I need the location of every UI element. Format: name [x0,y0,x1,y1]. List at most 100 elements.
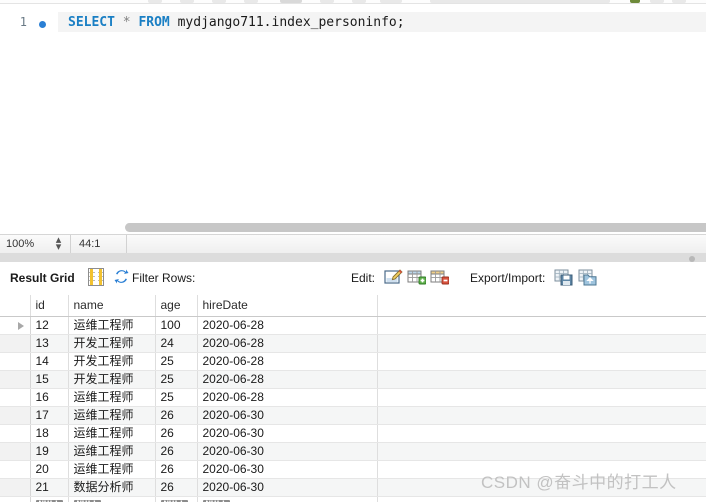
cell-filler [377,370,706,389]
table-row[interactable]: 18 运维工程师 26 2020-06-30 [0,424,706,443]
cell-id[interactable]: 18 [30,424,69,443]
panel-splitter[interactable] [0,253,706,262]
refresh-icon[interactable] [113,268,130,285]
row-selector[interactable] [0,334,31,353]
table-row[interactable]: 12 运维工程师 100 2020-06-28 [0,316,706,335]
cell-filler [377,388,706,407]
row-selector[interactable] [0,424,31,443]
cell-age[interactable]: 26 [155,442,198,461]
row-selector[interactable] [0,316,31,335]
cell-name[interactable]: 运维工程师 [68,316,156,335]
cell-age[interactable]: 25 [155,352,198,371]
cell-name[interactable]: 开发工程师 [68,334,156,353]
cell-hiredate[interactable]: 2020-06-28 [197,316,378,335]
cell-name[interactable]: 开发工程师 [68,370,156,389]
cell-filler [377,496,706,502]
scrollbar-thumb[interactable] [125,223,706,232]
cell-age[interactable]: 26 [155,424,198,443]
cell-age[interactable]: 26 [155,460,198,479]
cell-id[interactable]: 19 [30,442,69,461]
table-row[interactable]: 19 运维工程师 26 2020-06-30 [0,442,706,461]
table-row[interactable]: 15 开发工程师 25 2020-06-28 [0,370,706,389]
sql-statement[interactable]: SELECT * FROM mydjango711.index_personin… [68,15,405,30]
cell-hiredate[interactable]: 2020-06-30 [197,478,378,497]
result-grid[interactable]: id name age hireDate 12 运维工程师 100 2020-06-2… [0,294,706,502]
new-row-placeholder[interactable]: NULLNULLNULLNULL [0,496,706,502]
cell-hiredate[interactable]: NULL [197,496,378,502]
table-row[interactable]: 13 开发工程师 24 2020-06-28 [0,334,706,353]
sql-editor[interactable]: 1 SELECT * FROM mydjango711.index_person… [0,4,706,221]
cell-id[interactable]: 13 [30,334,69,353]
cell-name[interactable]: 运维工程师 [68,388,156,407]
sql-keyword-select: SELECT [68,15,115,30]
row-selector[interactable] [0,370,31,389]
cell-name[interactable]: 运维工程师 [68,442,156,461]
cell-id[interactable]: 14 [30,352,69,371]
import-recordset-icon[interactable] [578,268,597,286]
table-row[interactable]: 21 数据分析师 26 2020-06-30 [0,478,706,497]
row-selector[interactable] [0,478,31,497]
result-grid-title: Result Grid [10,271,75,285]
cell-age[interactable]: 100 [155,316,198,335]
cell-name[interactable]: 运维工程师 [68,406,156,425]
add-row-icon[interactable] [407,268,427,286]
cell-id[interactable]: NULL [30,496,69,502]
row-selector[interactable] [0,406,31,425]
cell-id[interactable]: 15 [30,370,69,389]
stepper-down-icon[interactable]: ▾ [52,242,65,253]
grid-icon[interactable] [88,268,104,286]
row-selector[interactable] [0,442,31,461]
result-table-body: 12 运维工程师 100 2020-06-28 13 开发工程师 24 2020-06-28 1… [0,316,706,502]
cell-age[interactable]: 26 [155,406,198,425]
cell-hiredate[interactable]: 2020-06-28 [197,370,378,389]
table-header-row: id name age hireDate [0,295,706,317]
cell-id[interactable]: 20 [30,460,69,479]
cell-hiredate[interactable]: 2020-06-30 [197,460,378,479]
row-selector[interactable] [0,460,31,479]
table-row[interactable]: 16 运维工程师 25 2020-06-28 [0,388,706,407]
cell-hiredate[interactable]: 2020-06-28 [197,388,378,407]
column-header-hiredate[interactable]: hireDate [197,295,378,317]
cell-name[interactable]: 开发工程师 [68,352,156,371]
cell-name[interactable]: 数据分析师 [68,478,156,497]
column-header-id[interactable]: id [30,295,69,317]
row-selector[interactable] [0,388,31,407]
zoom-stepper[interactable]: ▴ ▾ [52,235,65,253]
cell-filler [377,406,706,425]
cell-hiredate[interactable]: 2020-06-30 [197,406,378,425]
cell-age[interactable]: 24 [155,334,198,353]
table-row[interactable]: 14 开发工程师 25 2020-06-28 [0,352,706,371]
cell-id[interactable]: 12 [30,316,69,335]
scrollbar-track[interactable] [57,221,706,234]
row-selector[interactable] [0,352,31,371]
cell-id[interactable]: 17 [30,406,69,425]
column-header-age[interactable]: age [155,295,198,317]
cell-hiredate[interactable]: 2020-06-28 [197,334,378,353]
cell-name[interactable]: 运维工程师 [68,424,156,443]
cell-name[interactable]: NULL [68,496,156,502]
cell-id[interactable]: 21 [30,478,69,497]
editor-gutter[interactable]: 1 [0,4,58,221]
statement-marker-icon[interactable] [39,21,46,28]
status-divider [70,235,71,254]
cell-hiredate[interactable]: 2020-06-30 [197,424,378,443]
row-selector[interactable] [0,496,31,502]
column-header-name[interactable]: name [68,295,156,317]
export-recordset-icon[interactable] [554,268,573,286]
cell-filler [377,316,706,335]
cell-age[interactable]: 26 [155,478,198,497]
cell-age[interactable]: 25 [155,370,198,389]
editor-horizontal-scrollbar[interactable] [0,221,706,234]
cell-hiredate[interactable]: 2020-06-28 [197,352,378,371]
result-grid-toolbar: Result Grid Filter Rows: Search Edit: [0,262,706,294]
cell-age[interactable]: NULL [155,496,198,502]
cell-hiredate[interactable]: 2020-06-30 [197,442,378,461]
edit-row-icon[interactable] [384,268,403,286]
sql-semicolon: ; [396,15,405,30]
cell-name[interactable]: 运维工程师 [68,460,156,479]
cell-id[interactable]: 16 [30,388,69,407]
table-row[interactable]: 17 运维工程师 26 2020-06-30 [0,406,706,425]
table-row[interactable]: 20 运维工程师 26 2020-06-30 [0,460,706,479]
delete-row-icon[interactable] [430,268,450,286]
cell-age[interactable]: 25 [155,388,198,407]
